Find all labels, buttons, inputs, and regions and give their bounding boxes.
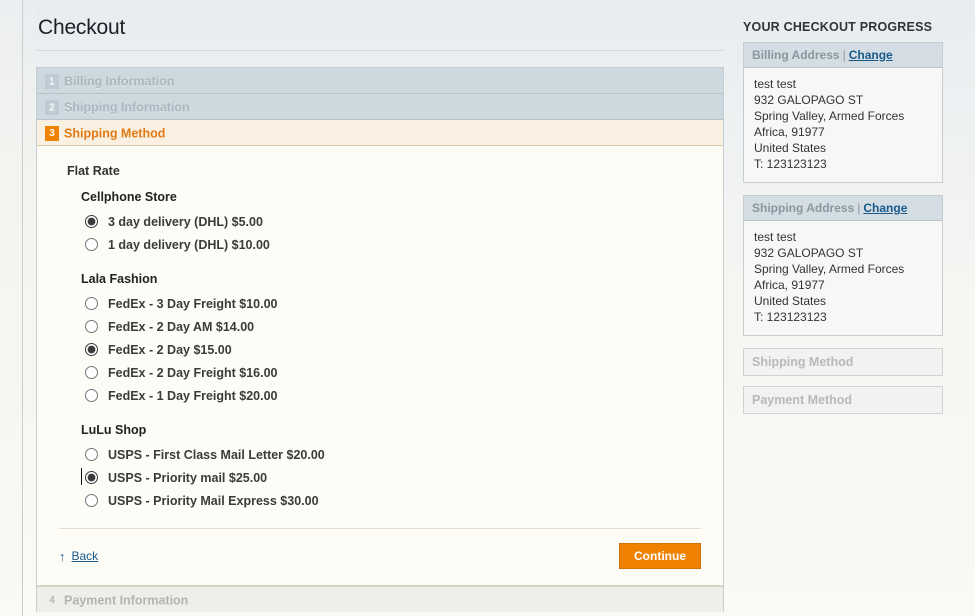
checkout-steps: 1 Billing Information 2 Shipping Informati… (36, 67, 724, 612)
shipping-option[interactable]: FedEx - 2 Day $15.00 (85, 338, 723, 361)
address-phone: T: 123123123 (754, 310, 827, 324)
shipping-address-text: test test 932 GALOPAGO ST Spring Valley,… (744, 221, 942, 335)
billing-address-text: test test 932 GALOPAGO ST Spring Valley,… (744, 68, 942, 182)
shipping-option-radio[interactable] (85, 494, 98, 507)
carrier-group-lulu-shop: LuLu Shop USPS - First Class Mail Letter… (81, 423, 723, 512)
shipping-option-focused[interactable]: USPS - Priority mail $25.00 (81, 466, 723, 489)
continue-button[interactable]: Continue (619, 543, 701, 569)
shipping-method-footer: ↑ Back Continue (59, 528, 701, 585)
shipping-option-label[interactable]: FedEx - 1 Day Freight $20.00 (108, 389, 278, 403)
shipping-option-radio[interactable] (85, 238, 98, 251)
progress-block-heading: Shipping Address (752, 201, 855, 215)
back-link[interactable]: ↑ Back (59, 549, 98, 563)
shipping-option-label[interactable]: FedEx - 2 Day Freight $16.00 (108, 366, 278, 380)
address-line: test test (754, 230, 797, 244)
shipping-method-panel: Flat Rate Cellphone Store 3 day delivery… (37, 146, 723, 586)
shipping-option-label[interactable]: 3 day delivery (DHL) $5.00 (108, 215, 263, 229)
carrier-name: LuLu Shop (81, 423, 147, 437)
shipping-option-list: FedEx - 3 Day Freight $10.00 FedEx - 2 D… (81, 292, 723, 407)
step-label: Shipping Method (64, 126, 166, 141)
progress-block-heading: Billing Address (752, 48, 840, 62)
address-line: Africa, 91977 (754, 125, 825, 139)
progress-block-billing-address: Billing Address | Change test test 932 GAL… (743, 42, 943, 183)
carrier-group-lala-fashion: Lala Fashion FedEx - 3 Day Freight $10.0… (81, 272, 723, 407)
separator: | (842, 48, 846, 62)
shipping-option-label[interactable]: 1 day delivery (DHL) $10.00 (108, 238, 270, 252)
progress-block-shipping-method: Shipping Method (743, 348, 943, 376)
step-header-billing-information[interactable]: 1 Billing Information (37, 68, 723, 94)
shipping-option-list: USPS - First Class Mail Letter $20.00 US… (81, 443, 723, 512)
shipping-option-radio[interactable] (85, 448, 98, 461)
step-label: Billing Information (64, 74, 175, 89)
shipping-option[interactable]: 3 day delivery (DHL) $5.00 (85, 210, 723, 233)
address-line: 932 GALOPAGO ST (754, 93, 864, 107)
address-line: United States (754, 294, 827, 308)
carrier-name: Lala Fashion (81, 272, 158, 286)
address-line: Africa, 91977 (754, 278, 825, 292)
address-line: Spring Valley, Armed Forces (754, 109, 905, 123)
step-header-shipping-information[interactable]: 2 Shipping Information (37, 94, 723, 120)
step-number-badge: 1 (45, 74, 59, 90)
page-left-margin-inner (23, 0, 36, 616)
address-phone: T: 123123123 (754, 157, 827, 171)
progress-block-header: Shipping Address | Change (744, 196, 942, 221)
change-shipping-address-link[interactable]: Change (863, 201, 907, 215)
address-line: United States (754, 141, 827, 155)
carrier-name: Cellphone Store (81, 190, 177, 204)
shipping-option[interactable]: FedEx - 2 Day Freight $16.00 (85, 361, 723, 384)
checkout-progress-sidebar: YOUR CHECKOUT PROGRESS Billing Address | C… (743, 0, 943, 424)
shipping-option-label[interactable]: FedEx - 3 Day Freight $10.00 (108, 297, 278, 311)
progress-block-payment-method: Payment Method (743, 386, 943, 414)
page-title: Checkout (36, 0, 724, 51)
shipping-option-list: 3 day delivery (DHL) $5.00 1 day deliver… (81, 210, 723, 256)
up-arrow-icon: ↑ (59, 548, 66, 564)
shipping-option-label[interactable]: USPS - Priority mail $25.00 (108, 471, 267, 485)
back-link-text[interactable]: Back (72, 549, 99, 563)
step-header-payment-information[interactable]: 4 Payment Information (37, 586, 723, 612)
shipping-option-radio[interactable] (85, 389, 98, 402)
address-line: Spring Valley, Armed Forces (754, 262, 905, 276)
shipping-option-label[interactable]: USPS - First Class Mail Letter $20.00 (108, 448, 325, 462)
shipping-option-radio[interactable] (85, 471, 98, 484)
checkout-page: Checkout 1 Billing Information 2 Shipping … (0, 0, 975, 616)
shipping-option[interactable]: USPS - First Class Mail Letter $20.00 (85, 443, 723, 466)
checkout-main-column: Checkout 1 Billing Information 2 Shipping … (36, 0, 724, 616)
shipping-option-label[interactable]: USPS - Priority Mail Express $30.00 (108, 494, 319, 508)
shipping-option-radio[interactable] (85, 297, 98, 310)
shipping-option-label[interactable]: FedEx - 2 Day AM $14.00 (108, 320, 254, 334)
shipping-option[interactable]: FedEx - 3 Day Freight $10.00 (85, 292, 723, 315)
shipping-option[interactable]: USPS - Priority Mail Express $30.00 (85, 489, 723, 512)
shipping-option-radio[interactable] (85, 366, 98, 379)
shipping-option-radio[interactable] (85, 215, 98, 228)
progress-block-heading: Payment Method (752, 393, 853, 407)
shipping-option-radio[interactable] (85, 343, 98, 356)
shipping-option[interactable]: FedEx - 1 Day Freight $20.00 (85, 384, 723, 407)
progress-block-shipping-address: Shipping Address | Change test test 932 GA… (743, 195, 943, 336)
step-number-badge: 4 (49, 595, 55, 607)
progress-block-heading: Shipping Method (752, 355, 854, 369)
address-line: 932 GALOPAGO ST (754, 246, 864, 260)
step-number-badge: 2 (45, 100, 59, 116)
progress-block-header: Billing Address | Change (744, 43, 942, 68)
step-header-shipping-method[interactable]: 3 Shipping Method (37, 120, 723, 146)
step-label: Shipping Information (64, 100, 190, 115)
carrier-group-cellphone-store: Cellphone Store 3 day delivery (DHL) $5.… (81, 190, 723, 256)
step-number-badge: 3 (45, 126, 59, 142)
shipping-option[interactable]: FedEx - 2 Day AM $14.00 (85, 315, 723, 338)
shipping-option-radio[interactable] (85, 320, 98, 333)
shipping-option[interactable]: 1 day delivery (DHL) $10.00 (85, 233, 723, 256)
address-line: test test (754, 77, 797, 91)
shipping-option-label[interactable]: FedEx - 2 Day $15.00 (108, 343, 232, 357)
separator: | (857, 201, 861, 215)
shipping-method-title: Flat Rate (67, 164, 120, 178)
step-label: Payment Information (64, 593, 189, 608)
page-left-margin (0, 0, 23, 616)
change-billing-address-link[interactable]: Change (849, 48, 893, 62)
sidebar-title: YOUR CHECKOUT PROGRESS (743, 20, 933, 34)
